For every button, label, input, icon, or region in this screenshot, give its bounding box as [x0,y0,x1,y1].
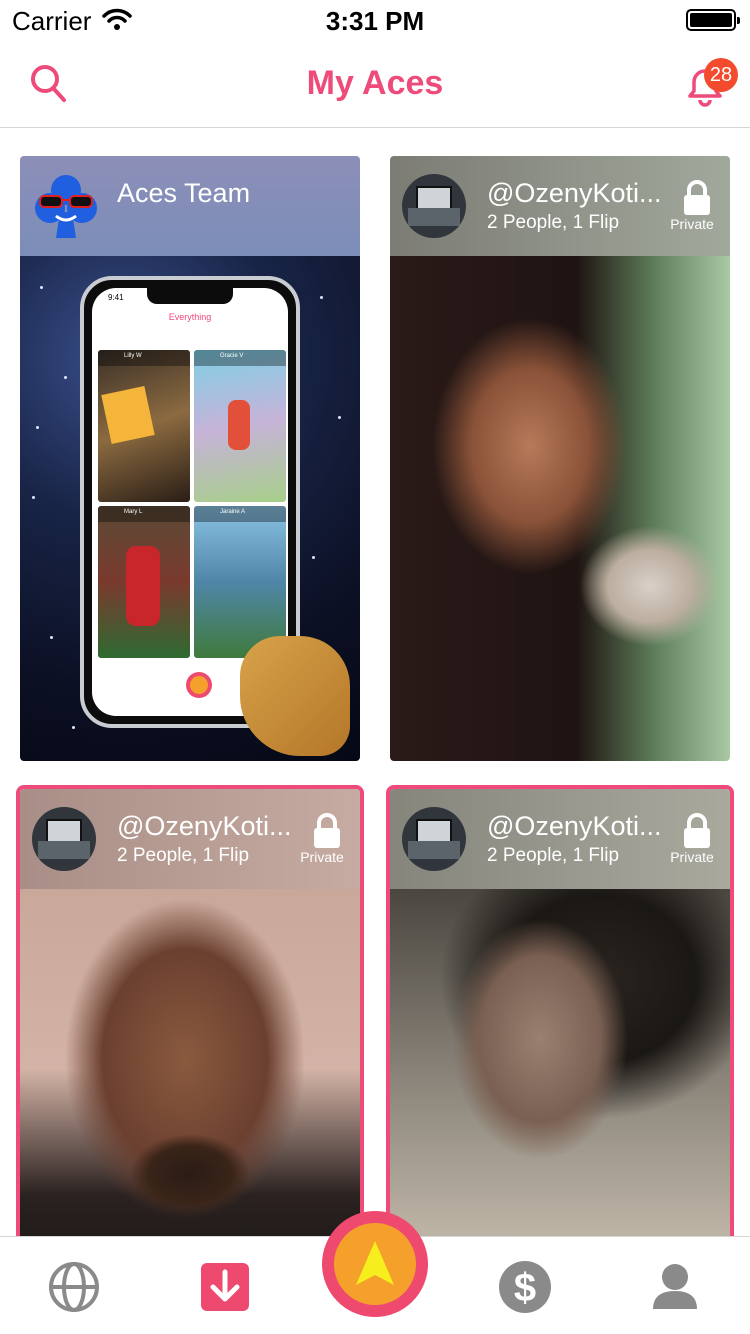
lock-icon [684,180,710,215]
card-header: @OzenyKoti... 2 People, 1 Flip Private [390,789,730,889]
create-ace-button[interactable] [322,1211,428,1317]
aces-team-preview-image: 9:41 Everything Lilly W Gracie V Mary L [20,256,360,761]
flip-preview-image [390,889,730,1249]
card-title: Aces Team [117,178,251,208]
mini-time: 9:41 [108,293,124,302]
card-header: @OzenyKoti... 2 People, 1 Flip Private [20,789,360,889]
ace-card-aces-team[interactable]: Aces Team 9:41 Everything Lilly W Gracie… [20,156,360,761]
profile-icon[interactable] [647,1259,703,1315]
download-icon[interactable] [197,1259,253,1315]
mini-title: Everything [168,312,212,322]
dollar-icon[interactable]: $ [497,1259,553,1315]
globe-icon[interactable] [46,1259,102,1315]
card-subtitle: 2 People, 1 Flip [117,845,250,866]
ace-card[interactable]: @OzenyKoti... 2 People, 1 Flip Private [390,156,730,761]
aces-arrow-icon [356,1241,394,1285]
nav-bar: My Aces 28 [0,40,750,128]
card-title: @OzenyKoti... [117,811,292,841]
avatar [32,807,96,871]
status-bar: Carrier 3:31 PM [0,0,750,40]
battery-icon [686,9,740,31]
mini-tile: Mary L [98,506,190,658]
card-title: @OzenyKoti... [487,811,662,841]
mini-tile: Lilly W [98,350,190,502]
card-title: @OzenyKoti... [487,178,662,208]
ace-card[interactable]: @OzenyKoti... 2 People, 1 Flip Private [20,789,360,1249]
privacy-label: Private [300,849,344,865]
card-subtitle: 2 People, 1 Flip [487,845,620,866]
svg-text:$: $ [514,1266,536,1310]
cat-paw-image [240,636,350,756]
card-subtitle: 2 People, 1 Flip [487,212,620,233]
avatar [402,174,466,238]
privacy-label: Private [670,216,714,232]
mini-tile: Jaraine A [194,506,286,658]
privacy-label: Private [670,849,714,865]
card-header: @OzenyKoti... 2 People, 1 Flip Private [390,156,730,256]
notification-badge: 28 [704,58,738,92]
flip-preview-image [20,889,360,1249]
avatar [402,807,466,871]
aces-club-logo-icon [35,175,97,238]
ace-card[interactable]: @OzenyKoti... 2 People, 1 Flip Private [390,789,730,1249]
mini-tile: Gracie V [194,350,286,502]
card-header: Aces Team [20,156,360,256]
status-time: 3:31 PM [325,6,425,36]
lock-icon [684,813,710,848]
flip-preview-image [390,256,730,761]
page-title: My Aces [306,64,444,102]
lock-icon [314,813,340,848]
